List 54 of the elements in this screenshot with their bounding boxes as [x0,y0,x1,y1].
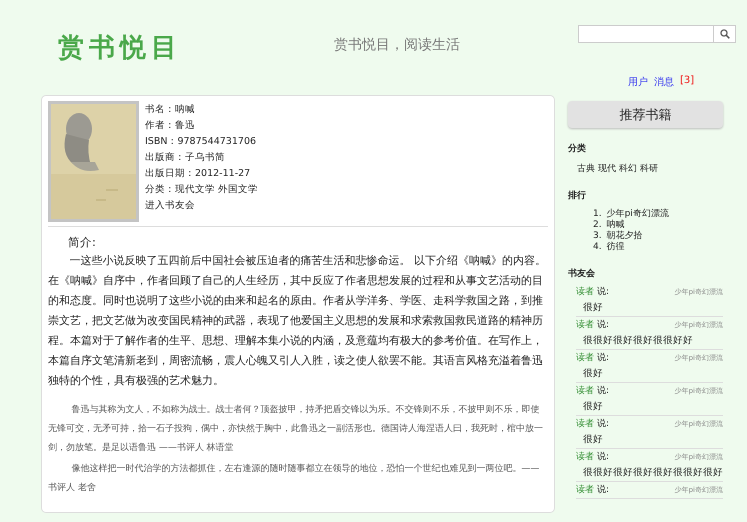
category-link[interactable]: 科研 [640,162,658,175]
section-heading: 书友会 [568,267,596,280]
book-detail: 出版日期：2012-11-27 [145,167,252,181]
category-link[interactable]: 现代 [598,162,616,175]
book-detail: 书名：呐喊 [145,103,196,117]
user-name[interactable]: 读者 [576,385,594,398]
category-link[interactable]: 古典 [577,162,595,175]
says-label: 说: [597,319,610,332]
rank-number: 1. [593,209,602,220]
comment-text: 很很好很好很好很很好好 [583,334,694,348]
search-field[interactable] [578,25,736,43]
comment-text: 很很好很好很好很好很很好很好 [583,466,723,480]
says-label: 说: [597,418,610,431]
book-detail: 作者：鲁迅 [145,119,196,133]
nav-link[interactable]: 消息 [654,75,674,89]
comment-text: 很好 [583,367,604,381]
says-label: 说: [597,286,610,299]
review-quote: 像他这样把一时代治学的方法都抓住，左右逢源的随时随事都立在领导的地位，恐怕一个世纪也难见到一两位吧。——书评人 老舍 [48,462,540,495]
intro-heading: 简介: [68,234,97,251]
ranking-link[interactable]: 朝花夕拾 [606,231,643,242]
ranking-link[interactable]: 少年pi奇幻漂流 [606,209,669,220]
user-name[interactable]: 读者 [576,319,594,332]
section-heading: 排行 [568,190,587,202]
review-quote: 鲁迅与其称为文人，不如称为战士。战士者何？顶盔披甲，持矛把盾交锋以为乐。不交锋则不乐，不披甲则不乐，即使无锋可交，无矛可持，拾一石子投狗，偶中，亦快然于胸中，此鲁迅之一副活形也。德国诗人海涅语人曰，我死时，棺中放一剑，勿放笔。是足以语鲁迅 ——书评人 林语堂 [48,404,544,455]
says-label: 说: [597,484,610,497]
rank-number: 3. [593,231,602,242]
user-name[interactable]: 读者 [576,286,594,299]
says-label: 说: [597,451,610,464]
user-name[interactable]: 读者 [576,484,594,497]
intro-paragraph: 一这些小说反映了五四前后中国社会被压迫者的痛苦生活和悲惨命运。 以下介绍《呐喊》的内容。在《呐喊》自序中，作者回顾了自己的人生经历，其中反应了作者思想发展的过程和从事文艺活动的目的和态度。同时也说明了这些小说的由来和起名的原由。作者从学洋务、学医、走科学救国之路，到推崇文艺，把文艺做为改变国民精神的武器，表现了他爱国主义思想的发展和求索救国救民道路的精神历程。本篇对于了解作者的生平、思想、理解本集小说的内涵，及意蕴均有极大的参考价值。在写作上，本篇自序文笔清新老到，周密流畅，震人心魄又引人入胜，读之使人欲罢不能。其语言风格充溢着鲁迅独特的个性，具有极强的艺术魅力。 [48,253,548,389]
section-heading: 分类 [568,142,587,155]
says-label: 说: [597,352,610,365]
site-logo: 赏书悦目 [58,32,182,64]
book-detail: ISBN：9787544731706 [145,135,258,149]
book-detail: 出版商：子乌书简 [145,151,226,165]
recommended-books-button[interactable]: 推荐书籍 [568,101,723,128]
user-name[interactable]: 读者 [576,352,594,365]
search-icon [720,29,730,39]
says-label: 说: [597,385,610,398]
tagline: 赏书悦目，阅读生活 [334,36,460,54]
rank-number: 2. [593,220,602,231]
comment-text: 很好 [583,400,604,414]
book-club-link[interactable]: 进入书友会 [145,198,258,214]
comment-text: 很好 [583,301,604,315]
ranking-link[interactable]: 呐喊 [606,220,625,231]
message-count: [3] [680,75,694,88]
ranking-link[interactable]: 彷徨 [606,242,625,253]
book-detail: 分类：现代文学 外国文学 [145,183,258,197]
comment-text: 很好 [583,433,604,447]
nav-link[interactable]: 用户 [628,75,648,89]
category-link[interactable]: 科幻 [619,162,637,175]
rank-number: 4. [593,242,602,253]
user-name[interactable]: 读者 [576,451,594,464]
user-name[interactable]: 读者 [576,418,594,431]
